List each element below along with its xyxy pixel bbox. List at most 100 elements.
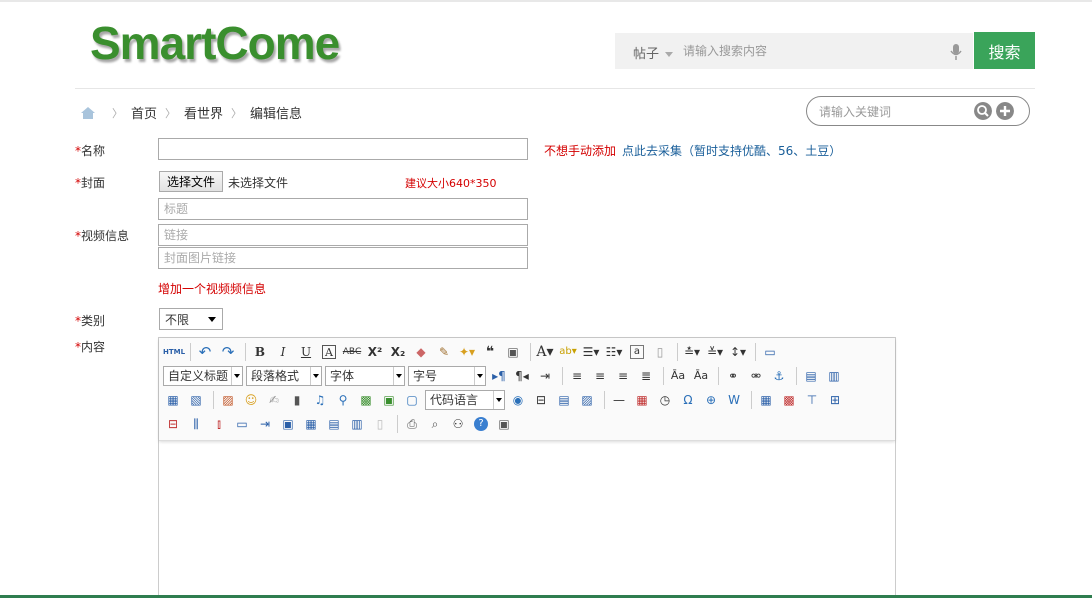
search-button[interactable]: 搜索	[974, 32, 1035, 69]
search-replace-icon[interactable]: ⚇	[448, 414, 468, 434]
breadcrumb-section[interactable]: 看世界	[184, 103, 223, 122]
image-right-icon[interactable]: ▦	[163, 390, 183, 410]
select-all-icon[interactable]: a	[630, 345, 644, 359]
snapscreen-icon[interactable]: ⊕	[701, 390, 721, 410]
rtl-icon[interactable]: ¶◂	[512, 366, 532, 386]
video-link-field[interactable]	[158, 224, 528, 246]
preview-icon[interactable]: ⌕	[425, 414, 445, 434]
merge-right-icon[interactable]: ⇥	[255, 414, 275, 434]
help-icon[interactable]: ?	[474, 417, 488, 431]
split-rows-icon[interactable]: ▤	[324, 414, 344, 434]
paste-plain-icon[interactable]: ▣	[503, 342, 523, 362]
highlight-icon[interactable]: ab▾	[558, 342, 578, 362]
font-color-icon[interactable]: A▾	[535, 342, 555, 362]
format-brush-icon[interactable]: ✎	[434, 342, 454, 362]
editor-content-area[interactable]	[159, 442, 895, 597]
search-type-select[interactable]: 帖子	[633, 43, 674, 62]
align-center-icon[interactable]: ≡	[590, 366, 610, 386]
merge-cells-icon[interactable]: ▭	[232, 414, 252, 434]
insert-paragraph-before-table-icon[interactable]: ⊤	[802, 390, 822, 410]
name-field[interactable]	[158, 138, 528, 160]
time-icon[interactable]: ◷	[655, 390, 675, 410]
web-app-icon[interactable]: ◉	[508, 390, 528, 410]
video-icon[interactable]: ▮	[287, 390, 307, 410]
align-left-icon[interactable]: ≡	[567, 366, 587, 386]
superscript-icon[interactable]: X²	[365, 342, 385, 362]
page-break-icon[interactable]: ⊟	[531, 390, 551, 410]
home-icon[interactable]	[80, 106, 96, 120]
delete-table-icon[interactable]: ▩	[779, 390, 799, 410]
row-spacing-top-icon[interactable]: ≛▾	[682, 342, 702, 362]
word-image-icon[interactable]: W	[724, 390, 744, 410]
code-language-select[interactable]: 代码语言	[425, 390, 505, 410]
fullscreen-icon[interactable]: ▭	[760, 342, 780, 362]
unlink-icon[interactable]: ⚮	[746, 366, 766, 386]
anchor-icon[interactable]: ⚓	[769, 366, 789, 386]
music-icon[interactable]: ♫	[310, 390, 330, 410]
merge-down-icon[interactable]: ▣	[278, 414, 298, 434]
indent-icon[interactable]: ⇥	[535, 366, 555, 386]
ltr-icon[interactable]: ▸¶	[489, 366, 509, 386]
paragraph-format-select[interactable]: 段落格式	[246, 366, 322, 386]
attachment-icon[interactable]: ⚲	[333, 390, 353, 410]
insert-row-icon[interactable]: ⊞	[825, 390, 845, 410]
strikethrough-icon[interactable]: ABC	[342, 342, 362, 362]
image-left-icon[interactable]: ▥	[824, 366, 844, 386]
redo-icon[interactable]: ↷	[218, 342, 238, 362]
undo-icon[interactable]: ↶	[195, 342, 215, 362]
chart-icon[interactable]: ▯	[370, 414, 390, 434]
font-size-select[interactable]: 字号	[408, 366, 486, 386]
image-none-icon[interactable]: ▤	[801, 366, 821, 386]
split-cells-icon[interactable]: ▦	[301, 414, 321, 434]
gmap-icon[interactable]: ▣	[379, 390, 399, 410]
search-icon[interactable]	[974, 102, 992, 120]
line-height-icon[interactable]: ↕▾	[728, 342, 748, 362]
custom-title-select[interactable]: 自定义标题	[163, 366, 243, 386]
keyword-input[interactable]	[819, 103, 959, 121]
font-border-icon[interactable]: A	[322, 345, 336, 359]
subscript-icon[interactable]: X₂	[388, 342, 408, 362]
image-center-icon[interactable]: ▧	[186, 390, 206, 410]
bold-icon[interactable]: B	[250, 342, 270, 362]
template-icon[interactable]: ▤	[554, 390, 574, 410]
drafts-icon[interactable]: ▣	[494, 414, 514, 434]
align-justify-icon[interactable]: ≣	[636, 366, 656, 386]
print-icon[interactable]: ⎙	[402, 414, 422, 434]
collect-link[interactable]: 点此去采集（暂时支持优酷、56、土豆）	[622, 142, 841, 159]
simple-upload-icon[interactable]: ▨	[218, 390, 238, 410]
link-icon[interactable]: ⚭	[723, 366, 743, 386]
auto-format-icon[interactable]: ✦▾	[457, 342, 477, 362]
category-select[interactable]: 不限	[159, 308, 223, 330]
horizontal-rule-icon[interactable]: —	[609, 390, 629, 410]
eraser-icon[interactable]: ◆	[411, 342, 431, 362]
insert-frame-icon[interactable]: ▢	[402, 390, 422, 410]
unordered-list-icon[interactable]: ☷▾	[604, 342, 624, 362]
blockquote-icon[interactable]: ❝	[480, 342, 500, 362]
font-family-select[interactable]: 字体	[325, 366, 405, 386]
underline-icon[interactable]: U	[296, 342, 316, 362]
delete-col-icon[interactable]: ⫾	[209, 414, 229, 434]
insert-col-icon[interactable]: ⫼	[186, 414, 206, 434]
microphone-icon[interactable]	[950, 44, 962, 60]
site-logo[interactable]: SmartCome	[90, 16, 340, 70]
search-input[interactable]	[683, 39, 933, 63]
italic-icon[interactable]: I	[273, 342, 293, 362]
split-cols-icon[interactable]: ▥	[347, 414, 367, 434]
align-right-icon[interactable]: ≡	[613, 366, 633, 386]
cover-link-field[interactable]	[158, 247, 528, 269]
scrawl-icon[interactable]: ✍	[264, 390, 284, 410]
add-icon[interactable]	[996, 102, 1014, 120]
emotion-icon[interactable]: ☺	[241, 390, 261, 410]
row-spacing-bottom-icon[interactable]: ≚▾	[705, 342, 725, 362]
background-icon[interactable]: ▨	[577, 390, 597, 410]
add-video-link[interactable]: 增加一个视频频信息	[158, 280, 266, 297]
map-icon[interactable]: ▩	[356, 390, 376, 410]
uppercase-icon[interactable]: Āa	[668, 366, 688, 386]
choose-file-button[interactable]: 选择文件	[159, 171, 223, 192]
clear-doc-icon[interactable]: ▯	[650, 342, 670, 362]
breadcrumb-home[interactable]: 首页	[131, 103, 157, 122]
ordered-list-icon[interactable]: ☰▾	[581, 342, 601, 362]
special-char-icon[interactable]: Ω	[678, 390, 698, 410]
html-source-icon[interactable]: HTML	[163, 342, 185, 362]
insert-table-icon[interactable]: ▦	[756, 390, 776, 410]
